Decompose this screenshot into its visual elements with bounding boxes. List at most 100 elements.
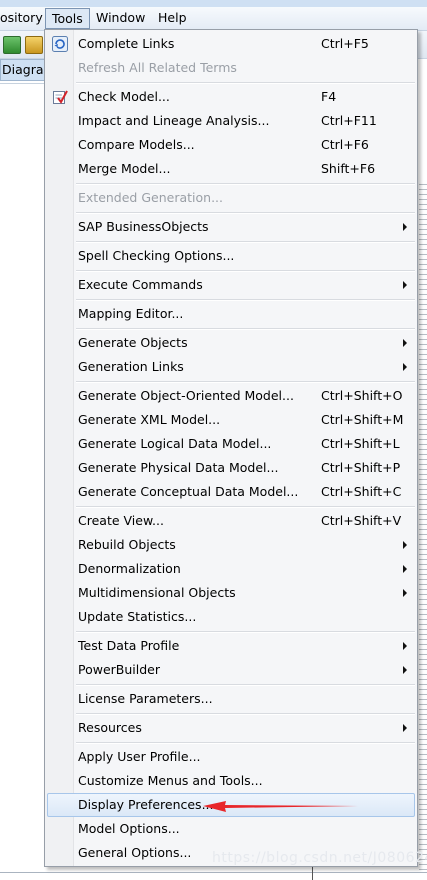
menu-separator	[76, 742, 415, 744]
menu-separator	[76, 299, 415, 301]
menu-item-label: Generate Conceptual Data Model...	[78, 484, 299, 499]
check-model-icon	[52, 89, 68, 105]
menu-item-label: SAP BusinessObjects	[78, 219, 209, 234]
menu-item-label: PowerBuilder	[78, 662, 161, 677]
shortcut-label: Ctrl+Shift+L	[321, 436, 400, 451]
shortcut-label: Ctrl+Shift+V	[321, 513, 402, 528]
menu-item-test-data-profile[interactable]: Test Data Profile	[47, 634, 415, 658]
menu-item-complete-links[interactable]: Complete Links Ctrl+F5	[47, 32, 415, 56]
background-diagram-edge	[419, 180, 427, 870]
menu-item-generate-objects[interactable]: Generate Objects	[47, 331, 415, 355]
menu-separator	[76, 684, 415, 686]
submenu-arrow-icon	[403, 223, 407, 231]
menu-item-label: Mapping Editor...	[78, 306, 184, 321]
complete-links-icon	[52, 36, 68, 52]
submenu-arrow-icon	[403, 339, 407, 347]
menu-item-label: Compare Models...	[78, 137, 195, 152]
shortcut-label: Ctrl+Shift+O	[321, 388, 403, 403]
new-model-icon[interactable]	[3, 36, 21, 54]
menu-item-label: Test Data Profile	[78, 638, 180, 653]
menu-item-denormalization[interactable]: Denormalization	[47, 557, 415, 581]
menu-item-label: Rebuild Objects	[78, 537, 176, 552]
open-folder-icon[interactable]	[25, 36, 43, 54]
menu-separator	[76, 212, 415, 214]
menu-item-label: License Parameters...	[78, 691, 213, 706]
tools-menu: Complete Links Ctrl+F5 Refresh All Relat…	[44, 29, 418, 867]
shortcut-label: Ctrl+Shift+P	[321, 460, 401, 475]
menu-item-apply-user-profile[interactable]: Apply User Profile...	[47, 745, 415, 769]
menu-item-label: Extended Generation...	[78, 190, 223, 205]
menu-separator	[76, 241, 415, 243]
menu-item-label: Complete Links	[78, 36, 175, 51]
menu-item-display-preferences[interactable]: Display Preferences...	[47, 793, 415, 817]
diagram-tab[interactable]: Diagram	[0, 59, 46, 81]
submenu-arrow-icon	[403, 589, 407, 597]
menu-item-sap-businessobjects[interactable]: SAP BusinessObjects	[47, 215, 415, 239]
shortcut-label: Shift+F6	[321, 161, 376, 176]
shortcut-label: Ctrl+F11	[321, 113, 377, 128]
menu-item-rebuild-objects[interactable]: Rebuild Objects	[47, 533, 415, 557]
menu-item-label: Generate Objects	[78, 335, 188, 350]
menu-item-compare-models[interactable]: Compare Models... Ctrl+F6	[47, 133, 415, 157]
menu-repository[interactable]: ository	[0, 7, 49, 30]
menu-separator	[76, 183, 415, 185]
menu-item-mapping-editor[interactable]: Mapping Editor...	[47, 302, 415, 326]
submenu-arrow-icon	[403, 281, 407, 289]
menu-separator	[76, 270, 415, 272]
menu-separator	[76, 328, 415, 330]
menu-item-customize-menus-and-tools[interactable]: Customize Menus and Tools...	[47, 769, 415, 793]
menu-item-powerbuilder[interactable]: PowerBuilder	[47, 658, 415, 682]
menu-bar: ository Tools Window Help	[0, 7, 427, 31]
menu-item-refresh-all-related-terms: Refresh All Related Terms	[47, 56, 415, 80]
menu-help[interactable]: Help	[152, 7, 193, 30]
menu-item-label: Denormalization	[78, 561, 181, 576]
watermark: https://blog.csdn.net/J080624	[212, 850, 427, 866]
menu-item-label: Merge Model...	[78, 161, 171, 176]
submenu-arrow-icon	[403, 541, 407, 549]
shortcut-label: Ctrl+Shift+C	[321, 484, 402, 499]
shortcut-label: F4	[321, 89, 337, 104]
menu-item-multidimensional-objects[interactable]: Multidimensional Objects	[47, 581, 415, 605]
menu-item-generate-pdm[interactable]: Generate Physical Data Model... Ctrl+Shi…	[47, 456, 415, 480]
menu-item-label: Generate Physical Data Model...	[78, 460, 279, 475]
menu-item-resources[interactable]: Resources	[47, 716, 415, 740]
menu-separator	[76, 713, 415, 715]
menu-item-model-options[interactable]: Model Options...	[47, 817, 415, 841]
submenu-arrow-icon	[403, 363, 407, 371]
submenu-arrow-icon	[403, 724, 407, 732]
menu-window[interactable]: Window	[90, 7, 151, 30]
shortcut-label: Ctrl+F5	[321, 36, 369, 51]
menu-item-license-parameters[interactable]: License Parameters...	[47, 687, 415, 711]
menu-item-label: Refresh All Related Terms	[78, 60, 237, 75]
menu-item-generate-cdm[interactable]: Generate Conceptual Data Model... Ctrl+S…	[47, 480, 415, 504]
menu-item-label: Generate Logical Data Model...	[78, 436, 272, 451]
menu-item-merge-model[interactable]: Merge Model... Shift+F6	[47, 157, 415, 181]
menu-item-generate-ldm[interactable]: Generate Logical Data Model... Ctrl+Shif…	[47, 432, 415, 456]
menu-item-label: Apply User Profile...	[78, 749, 201, 764]
menu-item-label: General Options...	[78, 845, 192, 860]
menu-item-label: Spell Checking Options...	[78, 248, 235, 263]
menu-item-impact-lineage-analysis[interactable]: Impact and Lineage Analysis... Ctrl+F11	[47, 109, 415, 133]
menu-item-update-statistics[interactable]: Update Statistics...	[47, 605, 415, 629]
submenu-arrow-icon	[403, 666, 407, 674]
menu-item-check-model[interactable]: Check Model... F4	[47, 85, 415, 109]
menu-item-generate-xml-model[interactable]: Generate XML Model... Ctrl+Shift+M	[47, 408, 415, 432]
submenu-arrow-icon	[403, 565, 407, 573]
menu-item-label: Model Options...	[78, 821, 180, 836]
shortcut-label: Ctrl+Shift+M	[321, 412, 404, 427]
divider	[312, 866, 313, 880]
menu-item-execute-commands[interactable]: Execute Commands	[47, 273, 415, 297]
menu-separator	[76, 381, 415, 383]
menu-item-label: Generation Links	[78, 359, 184, 374]
menu-item-label: Resources	[78, 720, 142, 735]
menu-separator	[76, 82, 415, 84]
shortcut-label: Ctrl+F6	[321, 137, 369, 152]
menu-tools[interactable]: Tools	[45, 8, 90, 29]
menu-item-generation-links[interactable]: Generation Links	[47, 355, 415, 379]
menu-item-spell-checking-options[interactable]: Spell Checking Options...	[47, 244, 415, 268]
menu-item-generate-oom[interactable]: Generate Object-Oriented Model... Ctrl+S…	[47, 384, 415, 408]
menu-item-label: Display Preferences...	[78, 797, 214, 812]
menu-separator	[76, 506, 415, 508]
menu-item-create-view[interactable]: Create View... Ctrl+Shift+V	[47, 509, 415, 533]
menu-separator	[76, 631, 415, 633]
